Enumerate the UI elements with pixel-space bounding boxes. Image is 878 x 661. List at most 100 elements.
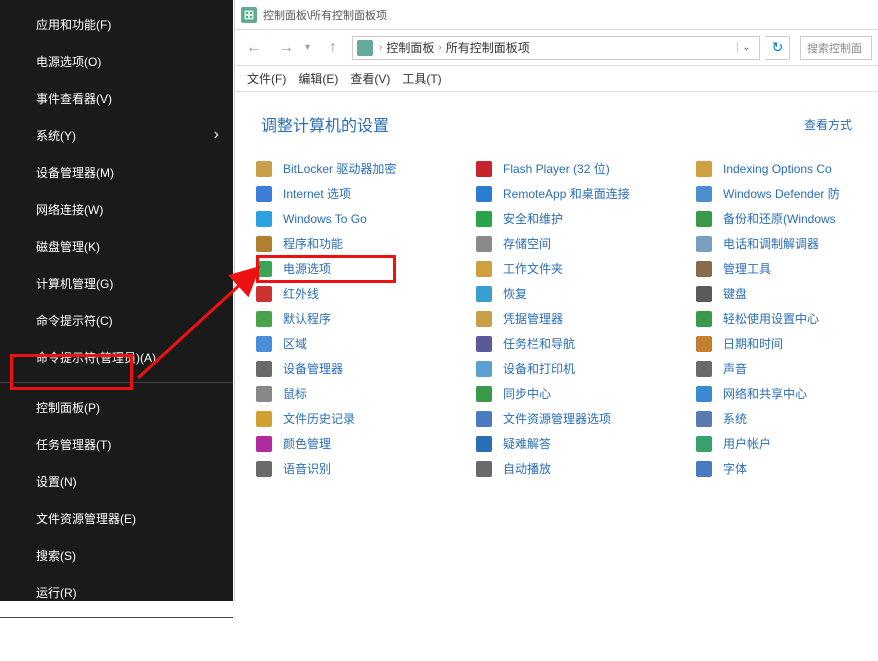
winx-menu-item[interactable]: 控制面板(P) (0, 389, 233, 426)
item-label: 文件资源管理器选项 (503, 410, 611, 427)
view-by-link[interactable]: 查看方式 (804, 116, 852, 133)
item-icon (475, 210, 493, 228)
control-panel-item[interactable]: 设备和打印机 (467, 356, 687, 381)
forward-button[interactable]: → (273, 35, 299, 61)
breadcrumb-dropdown-icon[interactable]: ⌄ (737, 42, 755, 53)
control-panel-item[interactable]: 文件资源管理器选项 (467, 406, 687, 431)
winx-menu-item[interactable]: 磁盘管理(K) (0, 228, 233, 265)
item-label: 凭据管理器 (503, 310, 563, 327)
control-panel-item[interactable]: 任务栏和导航 (467, 331, 687, 356)
control-panel-item[interactable]: 设备管理器 (247, 356, 467, 381)
winx-menu-item[interactable]: 运行(R) (0, 574, 233, 611)
control-panel-item[interactable]: Indexing Options Co (687, 156, 878, 181)
window-title: 控制面板\所有控制面板项 (263, 7, 387, 23)
winx-menu-item[interactable]: 任务管理器(T) (0, 426, 233, 463)
item-label: 电话和调制解调器 (723, 235, 819, 252)
item-label: Indexing Options Co (723, 162, 832, 176)
item-label: 备份和还原(Windows (723, 210, 836, 227)
up-button[interactable]: ↑ (320, 35, 346, 61)
winx-menu-item[interactable]: 系统(Y) (0, 117, 233, 154)
control-panel-item[interactable]: 备份和还原(Windows (687, 206, 878, 231)
control-panel-item[interactable]: 日期和时间 (687, 331, 878, 356)
control-panel-item[interactable]: 红外线 (247, 281, 467, 306)
control-panel-item[interactable]: Flash Player (32 位) (467, 156, 687, 181)
winx-menu-item[interactable]: 事件查看器(V) (0, 80, 233, 117)
item-icon (475, 235, 493, 253)
control-panel-item[interactable]: 疑难解答 (467, 431, 687, 456)
item-icon (695, 260, 713, 278)
refresh-button[interactable]: ↻ (766, 36, 790, 60)
item-icon (475, 310, 493, 328)
control-panel-item[interactable]: 轻松使用设置中心 (687, 306, 878, 331)
control-panel-item[interactable]: 鼠标 (247, 381, 467, 406)
breadcrumb-part-0[interactable]: 控制面板 (382, 39, 438, 56)
menu-separator (0, 382, 233, 383)
control-panel-item[interactable]: 同步中心 (467, 381, 687, 406)
menu-bar: 文件(F) 编辑(E) 查看(V) 工具(T) (235, 66, 878, 92)
menu-bar-item[interactable]: 编辑(E) (298, 70, 338, 87)
control-panel-item[interactable]: 声音 (687, 356, 878, 381)
control-panel-grid: BitLocker 驱动器加密Flash Player (32 位) Indexi… (235, 156, 878, 481)
winx-menu-item[interactable]: 应用和功能(F) (0, 6, 233, 43)
item-icon (695, 460, 713, 478)
item-icon (475, 460, 493, 478)
control-panel-item[interactable]: 语音识别 (247, 456, 467, 481)
winx-menu-item[interactable]: 计算机管理(G) (0, 265, 233, 302)
item-label: 存储空间 (503, 235, 551, 252)
item-icon (475, 260, 493, 278)
control-panel-item[interactable]: Windows Defender 防 (687, 181, 878, 206)
item-label: 默认程序 (283, 310, 331, 327)
item-icon (255, 210, 273, 228)
menu-bar-item[interactable]: 工具(T) (402, 70, 441, 87)
item-label: 网络和共享中心 (723, 385, 807, 402)
item-icon (255, 360, 273, 378)
control-panel-item[interactable]: 凭据管理器 (467, 306, 687, 331)
winx-menu-item[interactable]: 设备管理器(M) (0, 154, 233, 191)
winx-menu-item[interactable]: 命令提示符(管理员)(A) (0, 339, 233, 376)
control-panel-item[interactable]: 自动播放 (467, 456, 687, 481)
item-icon (475, 335, 493, 353)
control-panel-item[interactable]: 程序和功能 (247, 231, 467, 256)
item-icon (695, 310, 713, 328)
control-panel-item[interactable]: 系统 (687, 406, 878, 431)
back-button[interactable]: ← (241, 35, 267, 61)
control-panel-item[interactable]: Internet 选项 (247, 181, 467, 206)
search-input[interactable]: 搜索控制面 (800, 36, 872, 60)
control-panel-item[interactable]: 用户帐户 (687, 431, 878, 456)
control-panel-item[interactable]: 字体 (687, 456, 878, 481)
winx-menu-item[interactable]: 网络连接(W) (0, 191, 233, 228)
control-panel-item[interactable]: BitLocker 驱动器加密 (247, 156, 467, 181)
breadcrumb-part-1[interactable]: 所有控制面板项 (442, 39, 534, 56)
control-panel-item[interactable]: 网络和共享中心 (687, 381, 878, 406)
history-dropdown-icon[interactable]: ▾ (305, 42, 310, 53)
control-panel-item[interactable]: Windows To Go (247, 206, 467, 231)
winx-menu: 应用和功能(F)电源选项(O)事件查看器(V)系统(Y)设备管理器(M)网络连接… (0, 0, 233, 601)
item-icon (475, 160, 493, 178)
breadcrumb-icon (357, 40, 373, 56)
item-label: 文件历史记录 (283, 410, 355, 427)
control-panel-item[interactable]: RemoteApp 和桌面连接 (467, 181, 687, 206)
control-panel-item[interactable]: 键盘 (687, 281, 878, 306)
control-panel-item[interactable]: 工作文件夹 (467, 256, 687, 281)
control-panel-item[interactable]: 区域 (247, 331, 467, 356)
winx-menu-item[interactable]: 电源选项(O) (0, 43, 233, 80)
control-panel-item[interactable]: 颜色管理 (247, 431, 467, 456)
item-icon (255, 260, 273, 278)
winx-menu-item[interactable]: 设置(N) (0, 463, 233, 500)
control-panel-item[interactable]: 存储空间 (467, 231, 687, 256)
menu-bar-item[interactable]: 文件(F) (247, 70, 286, 87)
winx-menu-item[interactable]: 关机或注销(U) (0, 624, 233, 661)
winx-menu-item[interactable]: 命令提示符(C) (0, 302, 233, 339)
menu-bar-item[interactable]: 查看(V) (350, 70, 390, 87)
control-panel-item[interactable]: 恢复 (467, 281, 687, 306)
winx-menu-item[interactable]: 文件资源管理器(E) (0, 500, 233, 537)
winx-menu-item[interactable]: 搜索(S) (0, 537, 233, 574)
control-panel-item[interactable]: 电话和调制解调器 (687, 231, 878, 256)
breadcrumb[interactable]: › 控制面板 › 所有控制面板项 ⌄ (352, 36, 760, 60)
control-panel-item[interactable]: 电源选项 (247, 256, 467, 281)
control-panel-item[interactable]: 文件历史记录 (247, 406, 467, 431)
control-panel-item[interactable]: 管理工具 (687, 256, 878, 281)
control-panel-item[interactable]: 默认程序 (247, 306, 467, 331)
item-label: 颜色管理 (283, 435, 331, 452)
control-panel-item[interactable]: 安全和维护 (467, 206, 687, 231)
